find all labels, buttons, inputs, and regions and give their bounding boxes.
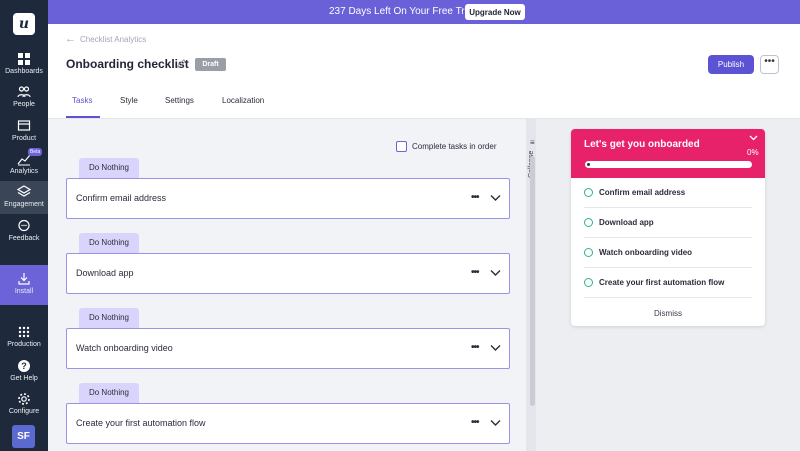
trial-text: 237 Days Left On Your Free Trial	[329, 6, 475, 17]
sidebar-item-label: Analytics	[9, 168, 38, 175]
avatar[interactable]: SF	[12, 425, 35, 448]
task-title: Download app	[76, 268, 134, 278]
list-item[interactable]: Confirm email address	[584, 178, 752, 208]
check-circle-icon	[584, 188, 593, 197]
pencil-icon[interactable]	[176, 58, 187, 69]
status-badge: Draft	[195, 58, 226, 71]
list-item-label: Create your first automation flow	[599, 278, 725, 287]
sidebar-item-product[interactable]: Product	[0, 115, 48, 148]
sidebar-item-label: Feedback	[8, 235, 40, 242]
widget-title: Let's get you onboarded	[584, 139, 700, 150]
sidebar-item-label: Install	[14, 288, 34, 295]
check-circle-icon	[584, 248, 593, 257]
breadcrumb[interactable]: ← Checklist Analytics	[65, 33, 146, 45]
beta-badge: Beta	[28, 148, 43, 156]
svg-text:?: ?	[21, 361, 27, 371]
logo[interactable]: u	[13, 13, 35, 35]
chat-icon	[18, 219, 30, 232]
task-title: Confirm email address	[76, 193, 167, 203]
task-more-icon[interactable]: •••	[471, 342, 479, 353]
sidebar-item-install[interactable]: Install	[0, 265, 48, 305]
chevron-down-icon[interactable]	[490, 419, 501, 427]
widget-header: Let's get you onboarded 0%	[571, 129, 765, 178]
grid-icon	[18, 53, 30, 65]
gear-icon	[18, 393, 30, 405]
chevron-down-icon[interactable]	[490, 194, 501, 202]
sidebar-item-label: Production	[7, 341, 41, 348]
task-more-icon[interactable]: •••	[471, 267, 479, 278]
sidebar-item-engagement[interactable]: Engagement	[0, 181, 48, 214]
page-title: Onboarding checklist	[66, 57, 189, 71]
task-card[interactable]: Create your first automation flow •••	[66, 403, 510, 444]
more-options-button[interactable]: •••	[760, 55, 779, 74]
sidebar-item-production[interactable]: Production	[0, 321, 48, 354]
tab-tasks[interactable]: Tasks	[72, 96, 92, 105]
task-action-tag[interactable]: Do Nothing	[79, 158, 139, 178]
sidebar-item-label: Product	[11, 135, 37, 142]
check-circle-icon	[584, 278, 593, 287]
people-icon	[17, 86, 31, 98]
tab-style[interactable]: Style	[120, 96, 138, 105]
progress-bar	[585, 161, 752, 168]
list-item-label: Confirm email address	[599, 188, 686, 197]
check-circle-icon	[584, 218, 593, 227]
list-item[interactable]: Download app	[584, 208, 752, 238]
trial-banner: 237 Days Left On Your Free Trial Upgrade…	[48, 0, 800, 24]
chevron-down-icon[interactable]	[490, 269, 501, 277]
progress-percent: 0%	[747, 148, 759, 157]
task-action-tag[interactable]: Do Nothing	[79, 383, 139, 403]
download-icon	[18, 273, 30, 285]
sidebar: u Dashboards People Product Beta Analyti…	[0, 0, 48, 451]
task-more-icon[interactable]: •••	[471, 417, 479, 428]
task-title: Watch onboarding video	[76, 343, 173, 353]
sidebar-item-configure[interactable]: Configure	[0, 388, 48, 421]
back-arrow-icon: ←	[65, 33, 76, 45]
upgrade-button[interactable]: Upgrade Now	[465, 4, 525, 20]
complete-in-order-label: Complete tasks in order	[412, 142, 497, 151]
list-item-label: Watch onboarding video	[599, 248, 693, 257]
layers-icon	[17, 185, 31, 197]
scrollbar[interactable]	[530, 156, 535, 406]
product-icon	[17, 120, 31, 131]
dismiss-link[interactable]: Dismiss	[571, 309, 765, 318]
apps-icon	[18, 326, 30, 338]
sidebar-item-analytics[interactable]: Beta Analytics	[0, 148, 48, 181]
sidebar-item-label: People	[13, 101, 35, 108]
sidebar-item-dashboards[interactable]: Dashboards	[0, 48, 48, 81]
complete-in-order-checkbox[interactable]	[396, 141, 407, 152]
list-item-label: Download app	[599, 218, 654, 227]
task-card[interactable]: Watch onboarding video •••	[66, 328, 510, 369]
breadcrumb-label: Checklist Analytics	[80, 35, 147, 44]
sidebar-item-label: Get Help	[10, 375, 38, 382]
task-action-tag[interactable]: Do Nothing	[79, 308, 139, 328]
task-more-icon[interactable]: •••	[471, 192, 479, 203]
help-icon: ?	[18, 360, 30, 372]
task-action-tag[interactable]: Do Nothing	[79, 233, 139, 253]
publish-button[interactable]: Publish	[708, 55, 754, 74]
sidebar-item-feedback[interactable]: Feedback	[0, 215, 48, 248]
task-card[interactable]: Confirm email address •••	[66, 178, 510, 219]
list-item[interactable]: Watch onboarding video	[584, 238, 752, 268]
checklist-widget-preview: Let's get you onboarded 0% Confirm email…	[571, 129, 765, 326]
sidebar-item-get-help[interactable]: ? Get Help	[0, 355, 48, 388]
sidebar-item-label: Configure	[8, 408, 40, 415]
task-title: Create your first automation flow	[76, 418, 206, 428]
drag-handle-icon: ≡	[530, 138, 535, 147]
sidebar-item-people[interactable]: People	[0, 81, 48, 114]
task-card[interactable]: Download app •••	[66, 253, 510, 294]
chevron-down-icon[interactable]	[749, 135, 758, 141]
list-item[interactable]: Create your first automation flow	[584, 268, 752, 298]
sidebar-item-label: Dashboards	[5, 68, 43, 75]
tab-localization[interactable]: Localization	[222, 96, 264, 105]
sidebar-item-label: Engagement	[4, 201, 44, 208]
chevron-down-icon[interactable]	[490, 344, 501, 352]
progress-fill	[587, 163, 590, 166]
tab-settings[interactable]: Settings	[165, 96, 194, 105]
